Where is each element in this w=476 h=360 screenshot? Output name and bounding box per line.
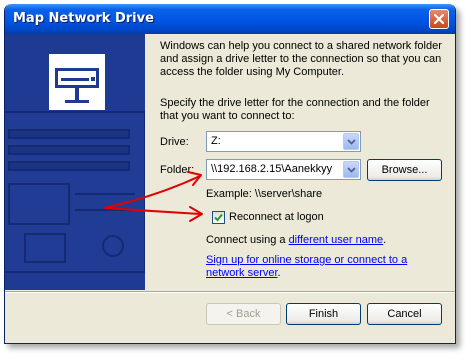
checkmark-icon [214, 213, 223, 222]
network-drive-icon [49, 54, 105, 110]
connect-using-text: Connect using a different user name. [206, 234, 386, 247]
drive-select[interactable]: Z: [206, 131, 361, 152]
drive-dropdown-button[interactable] [343, 133, 359, 150]
browse-button[interactable]: Browse... [367, 159, 442, 181]
signup-line-2: network server. [206, 267, 281, 280]
map-network-drive-dialog: Map Network Drive Windows can help you c… [4, 4, 456, 344]
network-server-link[interactable]: network server [206, 267, 278, 279]
reconnect-label[interactable]: Reconnect at logon [229, 211, 324, 224]
folder-label: Folder: [160, 164, 195, 176]
chevron-down-icon [347, 167, 356, 173]
back-button[interactable]: < Back [206, 303, 281, 325]
network-drive-illustration [5, 34, 145, 290]
intro-text-line-3: access the folder using My Computer. [160, 66, 345, 78]
title-bar[interactable]: Map Network Drive [5, 4, 455, 34]
example-text: Example: \\server\share [206, 188, 323, 200]
close-icon [433, 13, 445, 25]
specify-text-line-1: Specify the drive letter for the connect… [160, 97, 430, 109]
wizard-side-panel [5, 34, 145, 290]
signup-suffix: . [277, 267, 281, 279]
folder-combobox[interactable]: \\192.168.2.15\Aanekkyy [206, 159, 361, 180]
different-user-name-link[interactable]: different user name [289, 234, 384, 246]
chevron-down-icon [347, 139, 356, 145]
intro-text-line-2: and assign a drive letter to the connect… [160, 53, 442, 65]
finish-button[interactable]: Finish [286, 303, 361, 325]
connect-using-prefix: Connect using a [206, 234, 289, 246]
reconnect-checkbox[interactable] [212, 211, 225, 224]
cancel-button[interactable]: Cancel [367, 303, 442, 325]
intro-text-line-1: Windows can help you connect to a shared… [160, 40, 442, 52]
signup-link-line-1[interactable]: Sign up for online storage or connect to… [206, 254, 407, 267]
window-title: Map Network Drive [13, 11, 154, 26]
close-button[interactable] [429, 9, 449, 29]
footer-divider [5, 291, 455, 293]
specify-text-line-2: that you want to connect to: [160, 110, 295, 122]
connect-using-suffix: . [383, 234, 387, 246]
folder-value: \\192.168.2.15\Aanekkyy [211, 163, 333, 175]
drive-value: Z: [211, 135, 221, 147]
drive-label: Drive: [160, 136, 189, 148]
folder-dropdown-button[interactable] [343, 161, 359, 178]
